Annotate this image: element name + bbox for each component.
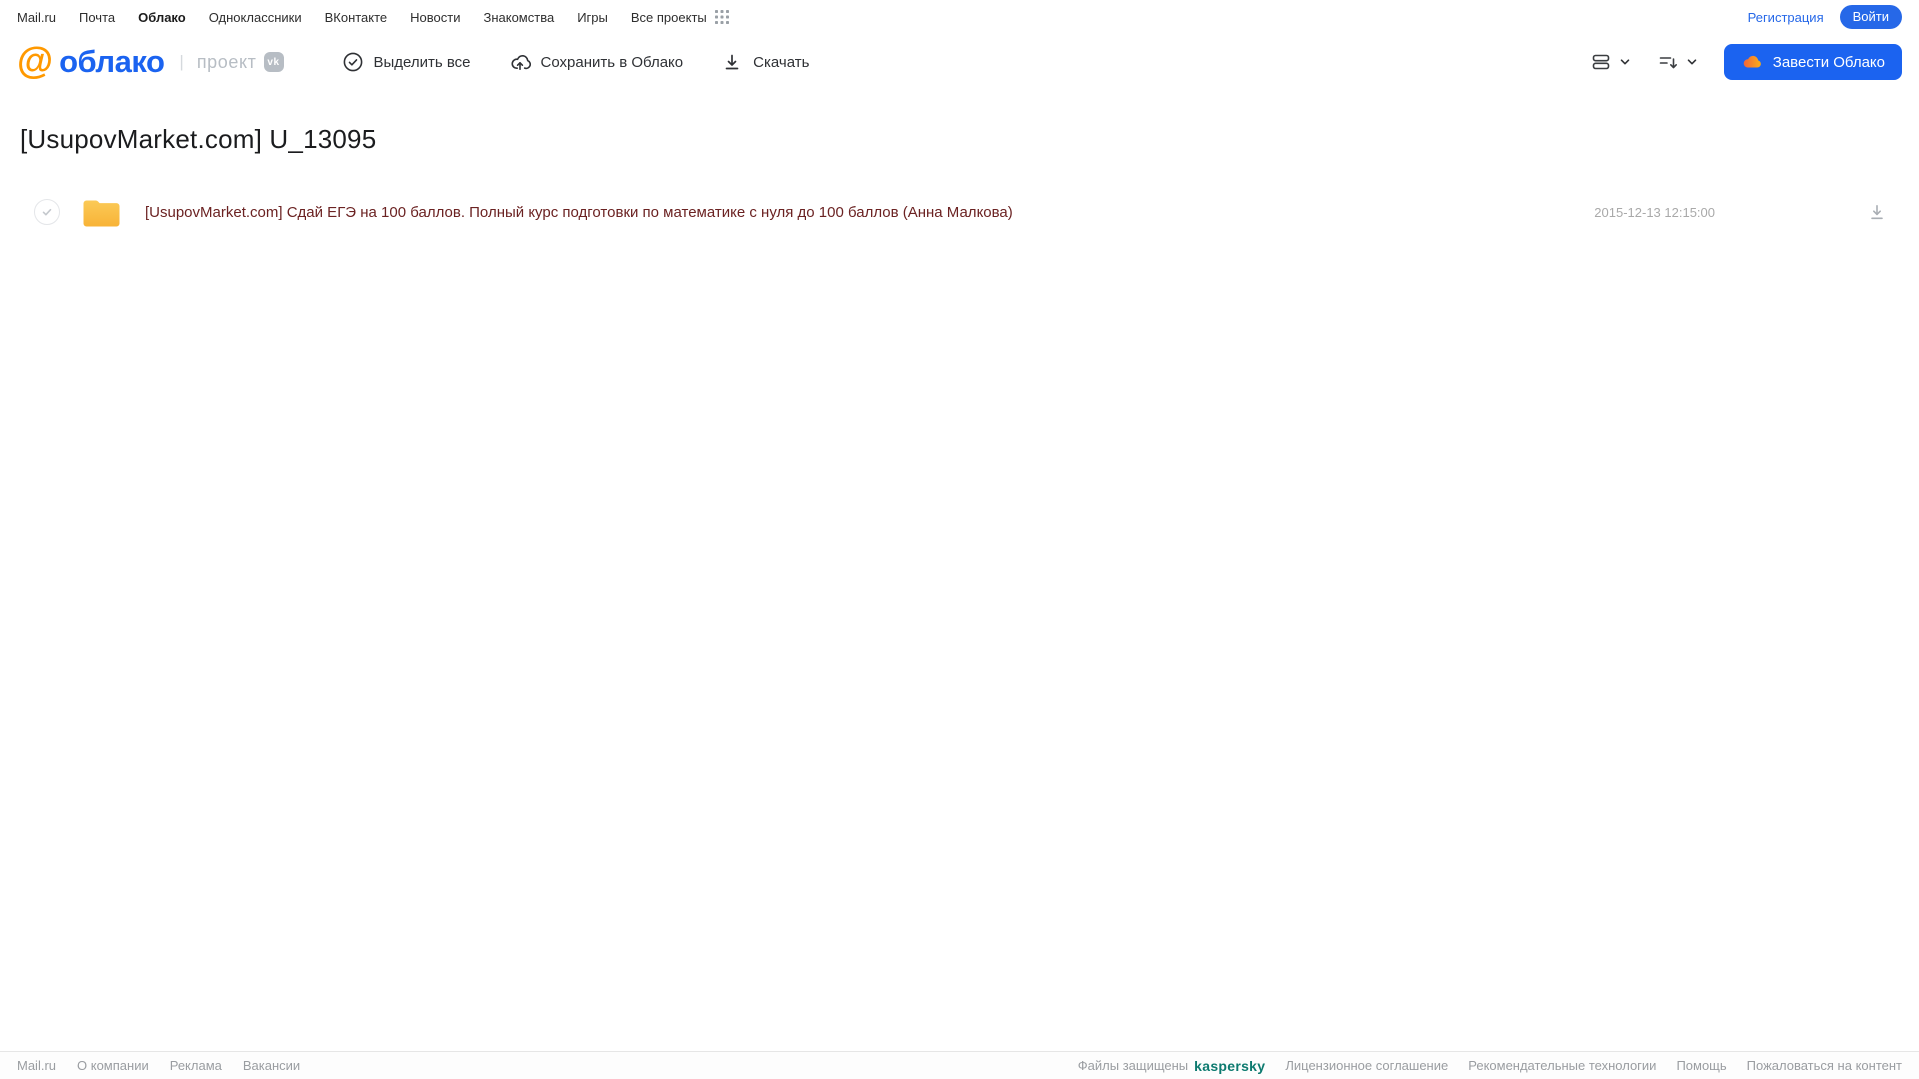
page-footer: Mail.ru О компании Реклама Вакансии Файл… [0,1051,1919,1079]
nav-mailru[interactable]: Mail.ru [17,10,56,25]
cloud-logo-text: облако [59,44,165,79]
app-bar-right: Завести Облако [1590,44,1902,80]
nav-novosti[interactable]: Новости [410,10,460,25]
footer-license[interactable]: Лицензионное соглашение [1285,1058,1448,1073]
view-mode-dropdown[interactable] [1590,51,1631,73]
file-date: 2015-12-13 12:15:00 [1594,204,1715,220]
nav-odnoklassniki[interactable]: Одноклассники [209,10,302,25]
portal-nav: Mail.ru Почта Облако Одноклассники ВКонт… [0,0,1919,34]
footer-mailru[interactable]: Mail.ru [17,1058,56,1073]
save-to-cloud-label: Сохранить в Облако [540,53,684,71]
nav-pochta[interactable]: Почта [79,10,115,25]
get-cloud-button[interactable]: Завести Облако [1723,44,1902,80]
kaspersky-logo[interactable]: kaspersky [1194,1058,1265,1074]
logo-divider: | [179,52,184,71]
kaspersky-protected: Файлы защищены kaspersky [1078,1058,1266,1074]
grid-dots-icon [714,10,729,24]
portal-nav-links: Mail.ru Почта Облако Одноклассники ВКонт… [17,10,729,25]
get-cloud-label: Завести Облако [1772,53,1885,71]
nav-oblako[interactable]: Облако [138,10,186,25]
save-to-cloud-button[interactable]: Сохранить в Облако [509,51,684,73]
cloud-color-icon [1741,51,1763,73]
file-name-link[interactable]: [UsupovMarket.com] Сдай ЕГЭ на 100 балло… [145,204,1594,221]
select-all-label: Выделить все [373,53,471,71]
footer-recommendations[interactable]: Рекомендательные технологии [1468,1058,1656,1073]
footer-left-links: Mail.ru О компании Реклама Вакансии [17,1058,300,1073]
cloud-upload-icon [509,51,531,73]
file-toolbar: Выделить все Сохранить в Облако Скачать [342,51,809,73]
list-view-icon [1590,51,1612,73]
chevron-down-icon [1686,56,1698,68]
folder-icon[interactable] [81,195,122,229]
row-checkbox[interactable] [34,199,60,225]
footer-right-links: Файлы защищены kaspersky Лицензионное со… [1078,1058,1902,1074]
footer-ads[interactable]: Реклама [170,1058,222,1073]
portal-nav-auth: Регистрация Войти [1748,5,1902,29]
sort-dropdown[interactable] [1657,51,1698,73]
protected-label: Файлы защищены [1077,1058,1189,1073]
chevron-down-icon [1619,56,1631,68]
vk-logo-icon: vk [263,52,284,72]
download-label: Скачать [753,53,810,71]
row-download-icon[interactable] [1867,202,1887,222]
select-all-button[interactable]: Выделить все [342,51,471,73]
footer-help[interactable]: Помощь [1676,1058,1726,1073]
project-text: проект [196,51,257,72]
file-row: [UsupovMarket.com] Сдай ЕГЭ на 100 балло… [0,189,1919,235]
cloud-logo[interactable]: @ облако [17,40,165,81]
vk-project-label: проект vk [197,52,284,73]
sort-icon [1657,51,1679,73]
download-button[interactable]: Скачать [721,51,809,73]
nav-vkontakte[interactable]: ВКонтакте [325,10,388,25]
footer-about[interactable]: О компании [77,1058,149,1073]
mailru-at-icon: @ [17,40,54,81]
app-bar: @ облако | проект vk Выделить все Сохран… [0,34,1919,90]
circle-check-icon [342,51,364,73]
download-icon [721,51,743,73]
nav-znakomstva[interactable]: Знакомства [483,10,554,25]
login-button[interactable]: Войти [1839,5,1902,29]
footer-report-content[interactable]: Пожаловаться на контент [1747,1058,1902,1073]
nav-all-projects-label: Все проекты [630,9,707,25]
footer-jobs[interactable]: Вакансии [243,1058,300,1073]
registration-link[interactable]: Регистрация [1748,10,1824,25]
page-title: [UsupovMarket.com] U_13095 [20,124,377,154]
nav-all-projects[interactable]: Все проекты [631,10,729,25]
nav-igry[interactable]: Игры [577,10,608,25]
